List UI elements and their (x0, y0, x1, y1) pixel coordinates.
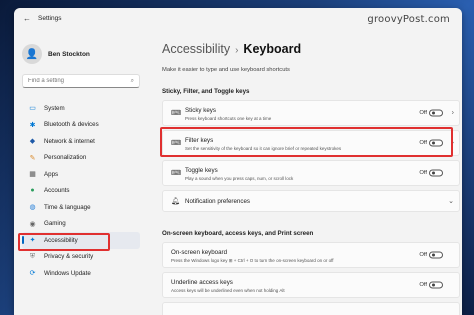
sticky-keys-desc: Press keyboard shortcuts one key at a ti… (185, 116, 272, 121)
section-title-keys: Sticky, Filter, and Toggle keys (162, 88, 250, 95)
search-box[interactable]: ⌕ (22, 74, 140, 88)
user-profile[interactable]: 👤 Ben Stockton (22, 44, 90, 64)
sidebar-item-apps[interactable]: ▦ Apps (22, 166, 140, 183)
update-icon: ⟳ (29, 270, 36, 278)
sidebar-item-label: Bluetooth & devices (44, 121, 99, 129)
main-content: Accessibility › Keyboard Make it easier to… (150, 30, 462, 315)
sticky-keys-label: Sticky keys (185, 107, 216, 114)
filter-keys-highlight (160, 127, 453, 157)
sidebar-item-label: System (44, 104, 65, 112)
on-screen-keyboard-toggle[interactable] (429, 251, 443, 259)
keyboard-icon: ⌨ (171, 170, 182, 177)
sidebar-item-system[interactable]: ▭ System (22, 100, 140, 117)
sticky-keys-toggle[interactable] (429, 109, 443, 117)
sidebar-item-label: Windows Update (44, 269, 91, 277)
on-screen-keyboard-desc: Press the Windows logo key ⊞ + Ctrl + O … (171, 258, 334, 263)
accessibility-highlight (18, 233, 110, 251)
notification-preferences-label: Notification preferences (185, 198, 251, 205)
brush-icon: ✎ (29, 154, 36, 162)
toggle-keys-state: Off (419, 170, 427, 176)
underline-access-keys-state: Off (419, 282, 427, 288)
chevron-right-icon[interactable]: › (452, 110, 454, 117)
toggle-keys-toggle[interactable] (429, 169, 443, 177)
section-title-onscreen: On-screen keyboard, access keys, and Pri… (162, 230, 314, 237)
page-title: Keyboard (243, 42, 302, 56)
sidebar-item-label: Gaming (44, 220, 66, 228)
sidebar-item-windows-update[interactable]: ⟳ Windows Update (22, 265, 140, 282)
bell-icon: 🔔︎ (171, 198, 180, 205)
underline-access-keys-card[interactable]: Underline access keys Access keys will b… (162, 272, 460, 298)
search-input[interactable] (28, 78, 118, 84)
chevron-down-icon[interactable]: ⌄ (448, 197, 454, 205)
underline-access-keys-label: Underline access keys (171, 279, 233, 286)
sidebar-item-personalization[interactable]: ✎ Personalization (22, 150, 140, 167)
app-title: Settings (38, 14, 62, 22)
sidebar-item-accounts[interactable]: ● Accounts (22, 183, 140, 200)
breadcrumb: Accessibility › Keyboard (162, 42, 301, 56)
sidebar-item-label: Network & internet (44, 137, 95, 145)
sidebar-item-label: Personalization (44, 154, 87, 162)
on-screen-keyboard-state: Off (419, 252, 427, 258)
print-screen-card[interactable] (162, 302, 460, 315)
page-subtitle: Make it easier to type and use keyboard … (162, 67, 290, 73)
sidebar-item-label: Apps (44, 170, 59, 178)
breadcrumb-parent[interactable]: Accessibility (162, 42, 230, 56)
toggle-keys-desc: Play a sound when you press caps, num, o… (185, 176, 294, 181)
on-screen-keyboard-label: On-screen keyboard (171, 249, 228, 256)
sidebar: 👤 Ben Stockton ⌕ ▭ System ✱ Bluetooth & … (14, 30, 146, 315)
shield-icon: ⛨ (29, 252, 36, 260)
sticky-keys-state: Off (419, 110, 427, 116)
network-icon: ◆ (29, 138, 36, 146)
search-icon[interactable]: ⌕ (131, 78, 134, 85)
chevron-right-icon: › (235, 45, 239, 56)
sidebar-item-label: Accounts (44, 187, 70, 195)
gamepad-icon: ◉ (29, 220, 36, 228)
settings-window: ← Settings groovyPost.com 👤 Ben Stockton… (14, 8, 462, 315)
sidebar-item-bluetooth[interactable]: ✱ Bluetooth & devices (22, 117, 140, 134)
sidebar-item-time-language[interactable]: ◍ Time & language (22, 199, 140, 216)
underline-access-keys-desc: Access keys will be underlined even when… (171, 288, 285, 293)
watermark: groovyPost.com (367, 14, 450, 25)
avatar: 👤 (22, 44, 42, 64)
notification-preferences-card[interactable]: 🔔︎ Notification preferences ⌄ (162, 190, 460, 212)
back-arrow-icon[interactable]: ← (20, 14, 34, 23)
apps-icon: ▦ (29, 171, 36, 179)
sidebar-nav: ▭ System ✱ Bluetooth & devices ◆ Network… (22, 100, 140, 282)
on-screen-keyboard-card[interactable]: On-screen keyboard Press the Windows log… (162, 242, 460, 268)
sidebar-item-gaming[interactable]: ◉ Gaming (22, 216, 140, 233)
globe-icon: ◍ (29, 204, 36, 212)
sidebar-item-network[interactable]: ◆ Network & internet (22, 133, 140, 150)
user-name: Ben Stockton (48, 50, 90, 58)
bluetooth-icon: ✱ (29, 121, 36, 129)
toggle-keys-label: Toggle keys (185, 167, 218, 174)
keyboard-icon: ⌨ (171, 110, 182, 117)
monitor-icon: ▭ (29, 105, 36, 113)
sidebar-item-label: Time & language (44, 203, 91, 211)
person-icon: ● (30, 187, 35, 195)
sidebar-item-label: Privacy & security (44, 253, 94, 261)
toggle-keys-card[interactable]: ⌨ Toggle keys Play a sound when you pres… (162, 160, 460, 186)
underline-access-keys-toggle[interactable] (429, 281, 443, 289)
sticky-keys-card[interactable]: ⌨ Sticky keys Press keyboard shortcuts o… (162, 100, 460, 126)
